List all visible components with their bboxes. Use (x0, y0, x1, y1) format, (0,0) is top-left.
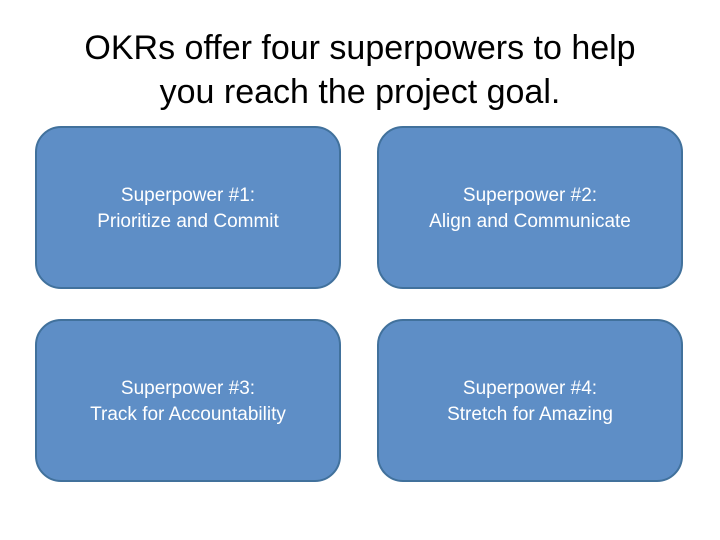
title-line-1: OKRs offer four superpowers to help (84, 29, 636, 67)
superpower-label: Prioritize and Commit (97, 210, 279, 232)
superpower-heading: Superpower #4: (462, 377, 598, 399)
superpower-label: Stretch for Amazing (447, 403, 613, 425)
superpower-label: Track for Accountability (90, 403, 286, 425)
superpower-box-3: Superpower #3: Track for Accountability (35, 319, 341, 482)
superpower-label: Align and Communicate (429, 210, 631, 232)
superpower-heading: Superpower #1: (120, 184, 256, 206)
title-line-2: you reach the project goal. (159, 73, 561, 111)
slide-title: OKRs offer four superpowers to help you … (20, 26, 700, 114)
superpower-heading: Superpower #2: (462, 184, 598, 206)
superpower-box-4: Superpower #4: Stretch for Amazing (377, 319, 683, 482)
superpower-heading: Superpower #3: (120, 377, 256, 399)
superpower-box-2: Superpower #2: Align and Communicate (377, 126, 683, 289)
superpower-box-1: Superpower #1: Prioritize and Commit (35, 126, 341, 289)
